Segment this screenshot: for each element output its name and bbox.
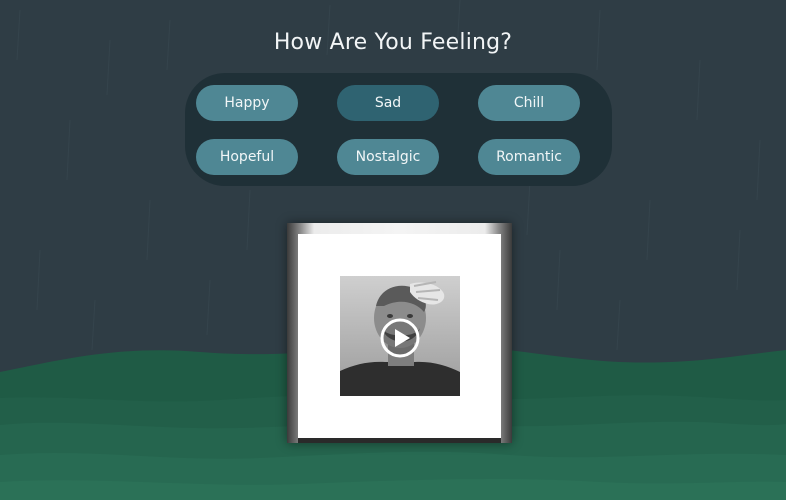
page-title: How Are You Feeling?	[273, 30, 513, 55]
music-player	[287, 223, 512, 443]
mood-button-nostalgic[interactable]: Nostalgic	[337, 139, 439, 175]
play-circle-icon[interactable]	[379, 317, 421, 359]
mood-button-happy[interactable]: Happy	[196, 85, 298, 121]
player-card	[298, 234, 501, 438]
mood-button-hopeful[interactable]: Hopeful	[196, 139, 298, 175]
mood-button-sad[interactable]: Sad	[337, 85, 439, 121]
mood-button-romantic[interactable]: Romantic	[478, 139, 580, 175]
player-bottom-bar	[298, 438, 501, 443]
mood-button-chill[interactable]: Chill	[478, 85, 580, 121]
mood-selector-panel: Happy Sad Chill Hopeful Nostalgic Romant…	[185, 73, 612, 186]
album-art[interactable]	[340, 276, 460, 396]
